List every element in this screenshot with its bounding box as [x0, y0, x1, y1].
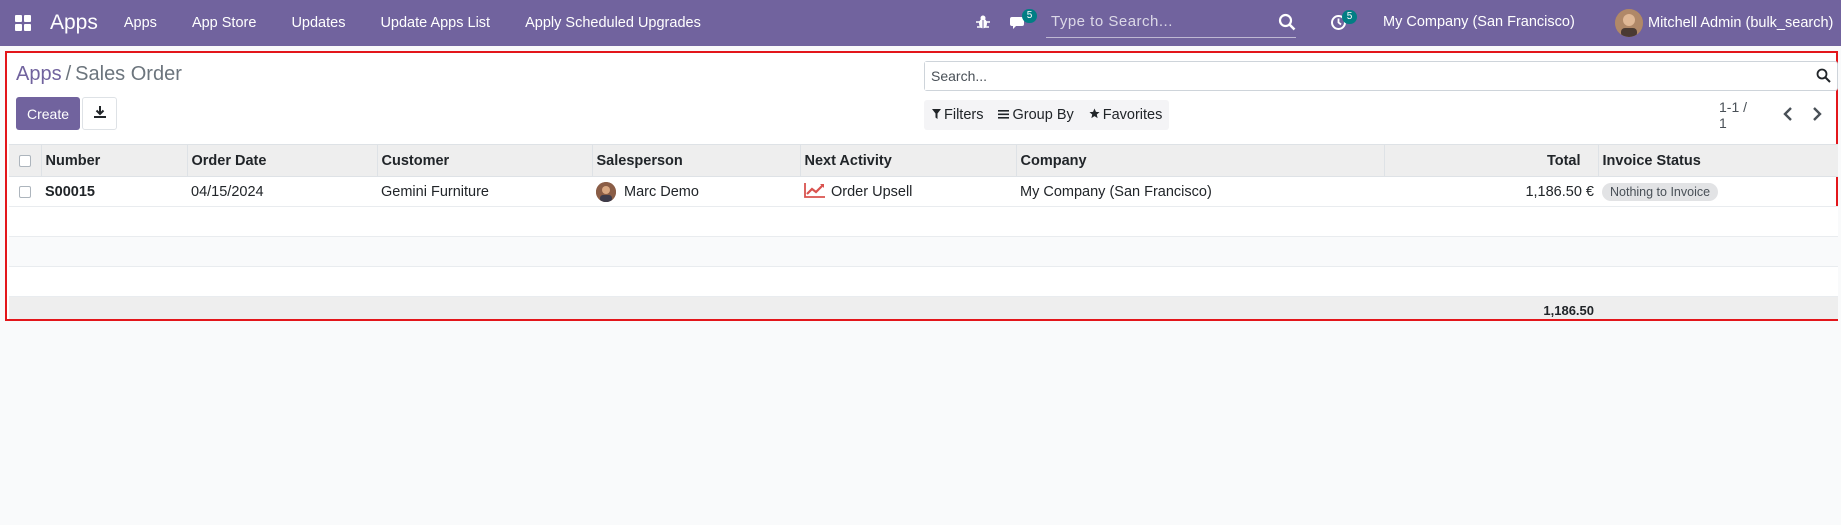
column-next-activity[interactable]: Next Activity: [799, 144, 1016, 177]
cell-invoice-status[interactable]: Nothing to Invoice: [1598, 176, 1838, 207]
pager-next-button[interactable]: [1807, 101, 1826, 129]
select-all-cell: [9, 144, 41, 177]
trend-chart-icon[interactable]: [804, 182, 831, 202]
menu-item-apply-scheduled-upgrades[interactable]: Apply Scheduled Upgrades: [525, 15, 701, 31]
menu-item-update-apps-list[interactable]: Update Apps List: [380, 15, 490, 31]
pager-value[interactable]: 1-1 / 1: [1719, 99, 1756, 131]
search-bar: [924, 61, 1838, 91]
filters-label: Filters: [944, 107, 984, 123]
navbar-systray: 5 5 My Company (San Francisco): [975, 0, 1841, 46]
cell-salesperson[interactable]: Marc Demo: [592, 176, 800, 207]
activities-clock-icon[interactable]: 5: [1330, 10, 1357, 31]
search-icon[interactable]: [1278, 13, 1296, 34]
column-invoice-status[interactable]: Invoice Status: [1597, 144, 1838, 177]
group-by-icon: [998, 107, 1012, 123]
column-customer[interactable]: Customer: [376, 144, 592, 177]
search-input[interactable]: [925, 62, 1805, 90]
list-view-panel: Apps/Sales Order Create Filters: [5, 51, 1838, 321]
navbar-search-input[interactable]: [1046, 6, 1266, 36]
column-salesperson[interactable]: Salesperson: [591, 144, 800, 177]
row-select-cell: [9, 176, 41, 207]
company-switcher[interactable]: My Company (San Francisco): [1383, 14, 1575, 30]
apps-grid-icon[interactable]: [0, 0, 46, 46]
favorites-label: Favorites: [1102, 107, 1163, 123]
select-all-checkbox[interactable]: [19, 154, 31, 167]
download-icon: [93, 105, 107, 122]
footer-total: 1,186.50: [1384, 296, 1598, 319]
table-header: Number Order Date Customer Salesperson N…: [9, 144, 1838, 177]
column-company[interactable]: Company: [1015, 144, 1384, 177]
favorites-button[interactable]: Favorites: [1081, 100, 1170, 130]
breadcrumb-parent[interactable]: Apps: [16, 63, 62, 85]
menu-item-updates[interactable]: Updates: [291, 15, 345, 31]
user-menu[interactable]: Mitchell Admin (bulk_search): [1615, 9, 1833, 37]
column-number[interactable]: Number: [40, 144, 187, 177]
cell-company[interactable]: My Company (San Francisco): [1016, 176, 1384, 207]
user-name: Mitchell Admin (bulk_search): [1648, 15, 1834, 31]
navbar-search: [1046, 6, 1296, 38]
row-checkbox[interactable]: [19, 185, 31, 198]
breadcrumb: Apps / Sales Order: [16, 63, 182, 86]
chevron-right-icon: [1812, 106, 1822, 124]
cell-total[interactable]: 1,186.50 €: [1384, 176, 1598, 207]
search-icon[interactable]: [1816, 68, 1831, 86]
filter-icon: [932, 107, 944, 123]
menu-item-apps[interactable]: Apps: [124, 15, 157, 31]
chevron-left-icon: [1783, 106, 1793, 124]
search-options: Filters Group By Favorites: [924, 100, 1170, 130]
pager: 1-1 / 1: [1719, 99, 1836, 131]
empty-row: [9, 266, 1838, 297]
empty-row: [9, 236, 1838, 267]
column-total[interactable]: Total: [1383, 144, 1598, 177]
menu-item-app-store[interactable]: App Store: [192, 15, 257, 31]
filters-button[interactable]: Filters: [924, 100, 990, 130]
activities-badge: 5: [1342, 10, 1357, 24]
table-footer: 1,186.50: [9, 296, 1838, 319]
cell-customer[interactable]: Gemini Furniture: [377, 176, 592, 207]
debug-bug-icon[interactable]: [975, 14, 991, 30]
column-order-date[interactable]: Order Date: [186, 144, 377, 177]
status-badge: Nothing to Invoice: [1602, 182, 1719, 201]
messages-badge: 5: [1022, 9, 1037, 23]
cell-next-activity[interactable]: Order Upsell: [800, 176, 1016, 207]
breadcrumb-separator: /: [65, 63, 72, 85]
sales-order-table: Number Order Date Customer Salesperson N…: [9, 144, 1838, 319]
download-button[interactable]: [82, 97, 117, 130]
table-row[interactable]: S00015 04/15/2024 Gemini Furniture Marc …: [9, 176, 1838, 207]
main-menu: Apps App Store Updates Update Apps List …: [124, 15, 736, 31]
create-button[interactable]: Create: [16, 97, 80, 130]
cell-number[interactable]: S00015: [41, 176, 187, 207]
star-icon: [1089, 107, 1103, 123]
empty-row: [9, 206, 1838, 237]
pager-previous-button[interactable]: [1778, 101, 1797, 129]
salesperson-name: Marc Demo: [624, 183, 699, 200]
chat-icon[interactable]: 5: [1010, 9, 1037, 31]
cell-order-date[interactable]: 04/15/2024: [187, 176, 377, 207]
breadcrumb-current: Sales Order: [75, 63, 182, 85]
user-avatar: [1615, 9, 1643, 37]
salesperson-avatar: [596, 181, 616, 202]
group-by-label: Group By: [1012, 107, 1074, 123]
app-brand[interactable]: Apps: [50, 11, 98, 35]
group-by-button[interactable]: Group By: [990, 100, 1080, 130]
activity-label: Order Upsell: [831, 183, 913, 200]
top-navbar: Apps Apps App Store Updates Update Apps …: [0, 0, 1841, 46]
